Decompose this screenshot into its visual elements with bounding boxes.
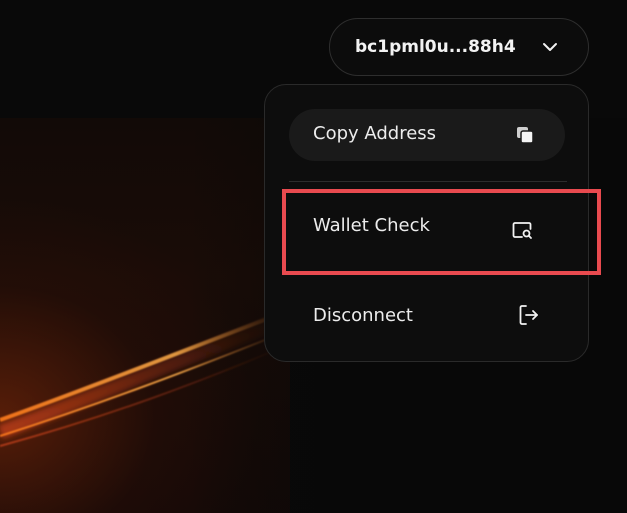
menu-divider <box>289 181 567 182</box>
wallet-dropdown-menu: Copy Address Wallet Check Disconnect <box>264 84 589 362</box>
copy-icon <box>517 127 534 144</box>
chevron-down-icon <box>543 43 557 51</box>
copy-address-item[interactable]: Copy Address <box>289 109 565 161</box>
logout-icon <box>519 305 538 325</box>
wallet-check-label: Wallet Check <box>313 215 430 236</box>
copy-address-label: Copy Address <box>313 123 437 144</box>
wallet-check-item[interactable]: Wallet Check <box>289 193 565 269</box>
search-window-icon <box>512 222 532 239</box>
disconnect-label: Disconnect <box>313 305 413 326</box>
disconnect-item[interactable]: Disconnect <box>289 285 565 345</box>
wallet-address-button[interactable]: bc1pml0u...88h4 <box>329 18 589 76</box>
wallet-address-label: bc1pml0u...88h4 <box>355 37 516 57</box>
app-canvas: bc1pml0u...88h4 Copy Address Wallet Chec… <box>0 0 627 513</box>
